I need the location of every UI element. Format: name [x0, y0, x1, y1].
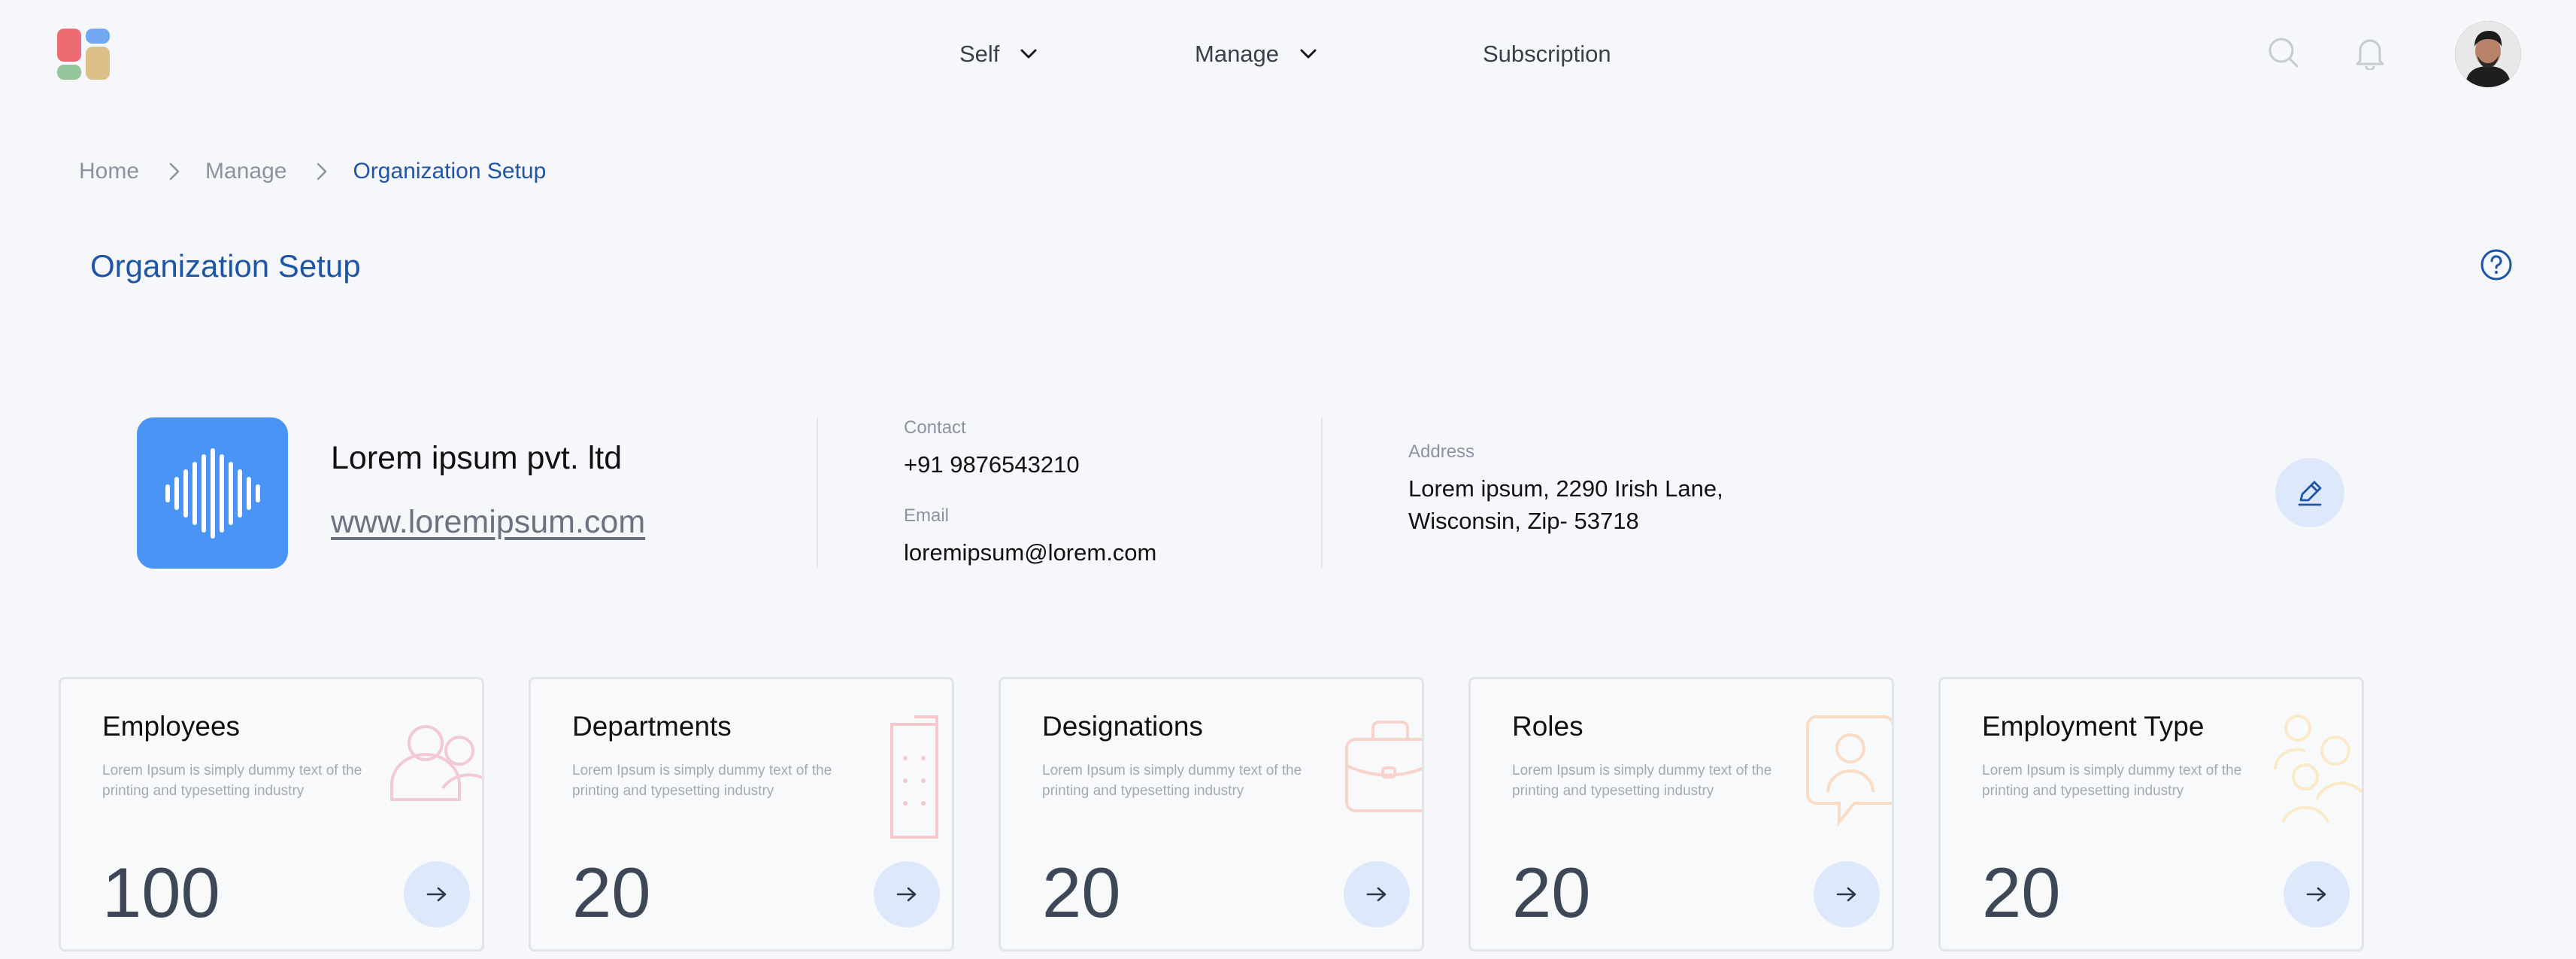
card-description: Lorem Ipsum is simply dummy text of the …	[1982, 763, 2242, 799]
arrow-right-icon	[1366, 887, 1386, 902]
chevron-down-icon	[1020, 49, 1037, 59]
address-line-1: Lorem ipsum, 2290 Irish Lane,	[1408, 475, 1723, 502]
card-title: Employees	[102, 711, 241, 742]
card-description: Lorem Ipsum is simply dummy text of the …	[102, 763, 362, 799]
email-label: Email	[904, 505, 950, 526]
contact-label: Contact	[904, 417, 966, 438]
contact-value: +91 9876543210	[904, 451, 1080, 478]
address-line-2: Wisconsin, Zip- 53718	[1408, 508, 1639, 534]
help-icon[interactable]	[2480, 248, 2513, 281]
organization-logo	[137, 417, 288, 569]
card-count: 20	[572, 853, 651, 932]
chevron-right-icon	[317, 162, 327, 181]
card-roles[interactable]: Roles Lorem Ipsum is simply dummy text o…	[1468, 677, 1894, 951]
card-title: Roles	[1512, 711, 1583, 742]
card-arrow-button[interactable]	[874, 861, 940, 927]
users-icon	[384, 702, 482, 845]
organization-name: Lorem ipsum pvt. ltd	[331, 440, 623, 476]
card-count: 100	[102, 853, 220, 932]
search-icon[interactable]	[2265, 35, 2302, 71]
card-count: 20	[1982, 853, 2061, 932]
card-arrow-button[interactable]	[404, 861, 470, 927]
nav-self-label: Self	[959, 41, 1000, 67]
card-title: Departments	[572, 711, 732, 742]
bell-icon[interactable]	[2352, 35, 2388, 71]
breadcrumb: Home Manage Organization Setup	[79, 156, 546, 187]
user-role-icon	[1794, 702, 1892, 845]
app-logo[interactable]	[56, 27, 111, 81]
card-employees[interactable]: Employees Lorem Ipsum is simply dummy te…	[59, 677, 484, 951]
nav-subscription-label: Subscription	[1483, 41, 1611, 67]
email-value: loremipsum@lorem.com	[904, 539, 1157, 566]
card-arrow-button[interactable]	[2284, 861, 2350, 927]
nav-self[interactable]: Self	[959, 36, 1037, 72]
card-description: Lorem Ipsum is simply dummy text of the …	[1042, 763, 1302, 799]
nav-subscription[interactable]: Subscription	[1483, 36, 1611, 72]
card-designations[interactable]: Designations Lorem Ipsum is simply dummy…	[999, 677, 1424, 951]
breadcrumb-home[interactable]: Home	[79, 159, 139, 184]
arrow-right-icon	[1836, 887, 1856, 902]
divider	[1321, 417, 1323, 568]
briefcase-icon	[1324, 702, 1422, 845]
nav-manage-label: Manage	[1195, 41, 1280, 67]
chevron-down-icon	[1300, 49, 1317, 59]
card-title: Employment Type	[1982, 711, 2205, 742]
divider	[817, 417, 818, 568]
breadcrumb-manage[interactable]: Manage	[205, 159, 286, 184]
chevron-right-icon	[169, 162, 180, 181]
arrow-right-icon	[896, 887, 917, 902]
team-icon	[2264, 702, 2362, 845]
organization-setup-page: Self Manage Subscription Home Manage Org…	[0, 0, 2576, 959]
card-count: 20	[1042, 853, 1121, 932]
address-label: Address	[1408, 442, 1475, 462]
card-employment-type[interactable]: Employment Type Lorem Ipsum is simply du…	[1938, 677, 2364, 951]
pencil-icon	[2298, 481, 2322, 506]
card-departments[interactable]: Departments Lorem Ipsum is simply dummy …	[529, 677, 954, 951]
edit-organization-button[interactable]	[2275, 458, 2344, 527]
card-title: Designations	[1042, 711, 1203, 742]
arrow-right-icon	[2306, 887, 2326, 902]
arrow-right-icon	[426, 887, 447, 902]
page-title: Organization Setup	[90, 248, 361, 284]
card-arrow-button[interactable]	[1814, 861, 1880, 927]
breadcrumb-current: Organization Setup	[353, 159, 547, 184]
building-icon	[854, 702, 952, 845]
card-count: 20	[1512, 853, 1591, 932]
card-description: Lorem Ipsum is simply dummy text of the …	[1512, 763, 1772, 799]
card-description: Lorem Ipsum is simply dummy text of the …	[572, 763, 832, 799]
organization-website-link[interactable]: www.loremipsum.com	[331, 504, 645, 541]
nav-manage[interactable]: Manage	[1195, 36, 1317, 72]
user-avatar[interactable]	[2455, 21, 2521, 87]
card-arrow-button[interactable]	[1344, 861, 1410, 927]
